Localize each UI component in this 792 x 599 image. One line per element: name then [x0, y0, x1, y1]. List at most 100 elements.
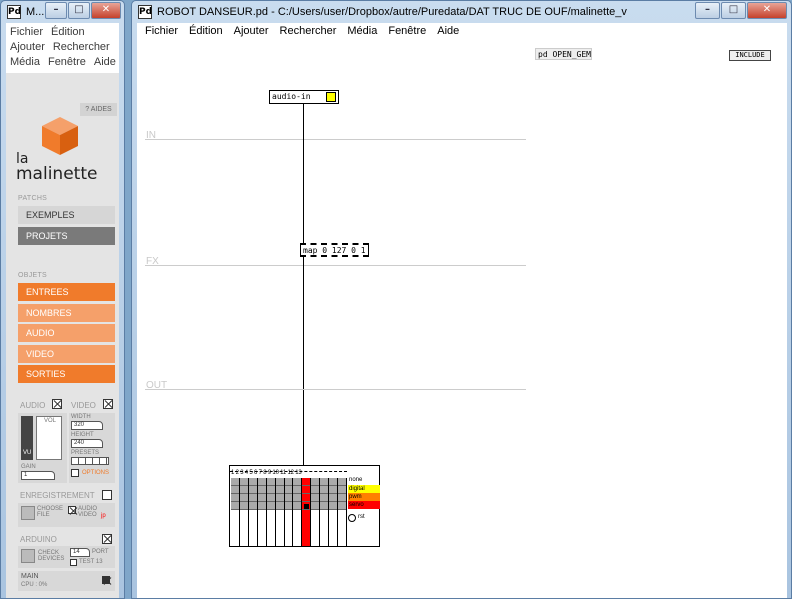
matrix-column[interactable] — [284, 478, 294, 546]
matrix-cell[interactable] — [302, 478, 311, 486]
main-menu-aide[interactable]: Aide — [437, 23, 459, 40]
patch-canvas[interactable]: pd OPEN_GEM INCLUDE audio-in IN map 0 12… — [137, 40, 787, 598]
matrix-cell[interactable] — [284, 486, 293, 494]
port-number[interactable]: 14 — [70, 548, 90, 557]
matrix-cell[interactable] — [338, 478, 346, 486]
arduino-toggle[interactable] — [102, 534, 112, 544]
video-button[interactable]: VIDEO — [18, 345, 115, 363]
matrix-cell[interactable] — [266, 478, 275, 486]
matrix-column[interactable] — [257, 478, 267, 546]
matrix-column[interactable] — [231, 478, 240, 546]
matrix-column[interactable] — [293, 478, 303, 546]
matrix-cell[interactable] — [231, 486, 239, 494]
main-menu-edition[interactable]: Édition — [189, 23, 223, 40]
matrix-column[interactable] — [311, 478, 321, 546]
menu-fichier[interactable]: Fichier — [10, 25, 43, 40]
minimize-icon[interactable]: – — [45, 2, 67, 19]
main-menu-rechercher[interactable]: Rechercher — [280, 23, 337, 40]
matrix-cell[interactable] — [320, 494, 329, 502]
main-menu-fenetre[interactable]: Fenêtre — [388, 23, 426, 40]
main-menu-fichier[interactable]: Fichier — [145, 23, 178, 40]
menu-media[interactable]: Média — [10, 55, 40, 70]
matrix-cell[interactable] — [338, 486, 346, 494]
matrix-cell[interactable] — [293, 502, 302, 510]
main-menu-media[interactable]: Média — [347, 23, 377, 40]
arduino-matrix[interactable]: 1 2 3 4 5 6 7 8 9 10 11 12 13 none digit… — [229, 465, 380, 547]
maximize-icon[interactable]: □ — [721, 2, 746, 19]
menu-fenetre[interactable]: Fenêtre — [48, 55, 86, 70]
matrix-column[interactable] — [338, 478, 347, 546]
entrees-button[interactable]: ENTREES — [18, 283, 115, 301]
matrix-cell[interactable] — [329, 486, 338, 494]
matrix-cell[interactable] — [320, 502, 329, 510]
matrix-cell[interactable] — [231, 478, 239, 486]
width-number[interactable]: 320 — [71, 421, 103, 430]
menu-aide[interactable]: Aide — [94, 55, 116, 70]
matrix-cell[interactable] — [284, 478, 293, 486]
matrix-column[interactable] — [248, 478, 258, 546]
map-object[interactable]: map 0 127 0 1 — [300, 243, 369, 257]
matrix-cell[interactable] — [329, 494, 338, 502]
matrix-cell[interactable] — [275, 486, 284, 494]
sorties-button[interactable]: SORTIES — [18, 365, 115, 383]
matrix-column[interactable] — [320, 478, 330, 546]
matrix-cell[interactable] — [257, 494, 266, 502]
matrix-cell[interactable] — [338, 502, 346, 510]
matrix-cell[interactable] — [266, 502, 275, 510]
matrix-column[interactable] — [266, 478, 276, 546]
matrix-cell[interactable] — [257, 502, 266, 510]
matrix-active-pin[interactable] — [302, 510, 311, 546]
height-number[interactable]: 240 — [71, 439, 103, 448]
matrix-cell[interactable] — [239, 494, 248, 502]
aides-button[interactable]: ? AIDES — [80, 103, 117, 116]
matrix-column[interactable] — [329, 478, 339, 546]
matrix-cell[interactable] — [248, 478, 257, 486]
matrix-cell[interactable] — [248, 502, 257, 510]
nombres-button[interactable]: NOMBRES — [18, 304, 115, 322]
audio-in-object[interactable]: audio-in — [269, 90, 339, 104]
options-toggle[interactable] — [71, 469, 79, 477]
main-menu-ajouter[interactable]: Ajouter — [234, 23, 269, 40]
matrix-cell[interactable] — [284, 494, 293, 502]
audio-toggle[interactable] — [52, 399, 62, 409]
main-dsp-toggle[interactable] — [102, 576, 110, 584]
matrix-cell[interactable] — [311, 502, 320, 510]
choose-file-button[interactable] — [21, 506, 35, 520]
projets-button[interactable]: PROJETS — [18, 227, 115, 245]
matrix-column[interactable] — [239, 478, 249, 546]
exemples-button[interactable]: EXEMPLES — [18, 206, 115, 224]
matrix-cell[interactable] — [257, 478, 266, 486]
matrix-cell[interactable] — [293, 486, 302, 494]
matrix-column[interactable] — [275, 478, 285, 546]
matrix-cell[interactable] — [338, 494, 346, 502]
main-titlebar[interactable]: Pd ROBOT DANSEUR.pd - C:/Users/user/Drop… — [132, 1, 791, 23]
matrix-cell[interactable] — [275, 494, 284, 502]
matrix-cell[interactable] — [248, 494, 257, 502]
matrix-cell[interactable] — [311, 478, 320, 486]
matrix-cell[interactable] — [329, 502, 338, 510]
include-button[interactable]: INCLUDE — [729, 50, 771, 61]
matrix-cell[interactable] — [231, 502, 239, 510]
matrix-cell[interactable] — [239, 502, 248, 510]
menu-rechercher[interactable]: Rechercher — [53, 40, 110, 55]
video-toggle[interactable] — [103, 399, 113, 409]
matrix-cell[interactable] — [311, 494, 320, 502]
matrix-cell[interactable] — [320, 478, 329, 486]
audio-video-toggle[interactable] — [68, 506, 76, 514]
presets-radio[interactable] — [71, 457, 109, 465]
audio-in-toggle[interactable] — [326, 92, 336, 102]
matrix-column[interactable] — [302, 478, 312, 546]
gain-number[interactable]: 1 — [21, 471, 55, 480]
matrix-cell[interactable] — [293, 494, 302, 502]
matrix-cell[interactable] — [239, 486, 248, 494]
matrix-cell[interactable] — [302, 494, 311, 502]
matrix-cell[interactable] — [239, 478, 248, 486]
close-icon[interactable]: ✕ — [91, 2, 121, 19]
matrix-cell[interactable] — [275, 478, 284, 486]
matrix-cell[interactable] — [275, 502, 284, 510]
matrix-cell[interactable] — [266, 494, 275, 502]
matrix-cell[interactable] — [302, 486, 311, 494]
rst-bang[interactable] — [348, 514, 356, 522]
test-13-toggle[interactable] — [70, 559, 77, 566]
menu-ajouter[interactable]: Ajouter — [10, 40, 45, 55]
